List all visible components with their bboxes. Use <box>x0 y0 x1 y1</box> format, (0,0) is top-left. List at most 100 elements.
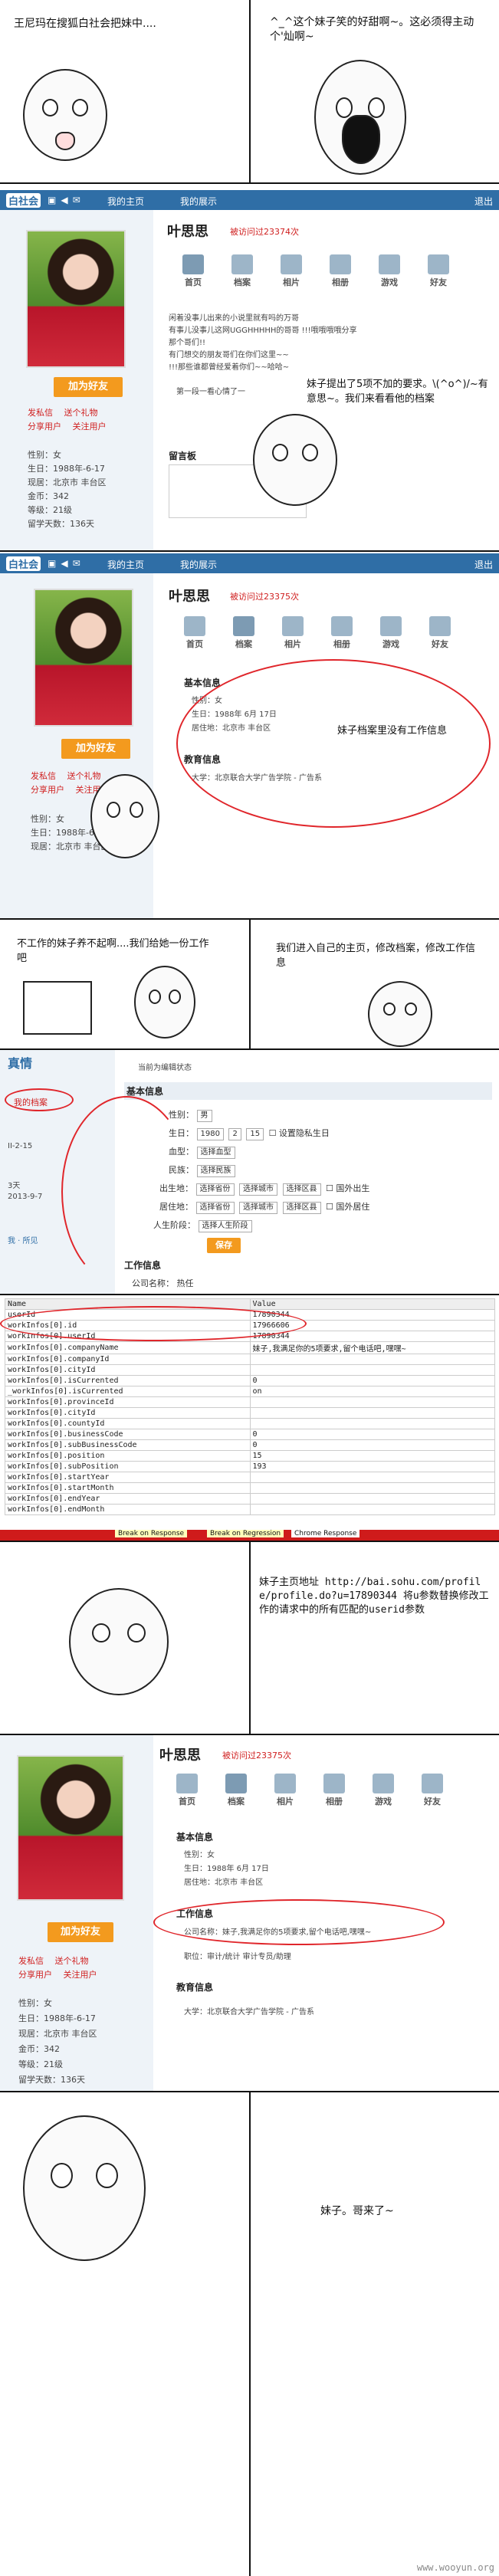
param-value-cell[interactable]: 0 <box>249 1429 495 1440</box>
tab-chrome-response[interactable]: Chrome Response <box>291 1530 360 1537</box>
nav-my-home[interactable]: 我的主页 <box>107 195 144 208</box>
tab-games[interactable]: 游戏 <box>359 1774 408 1807</box>
param-name-cell[interactable]: workInfos[0].endYear <box>5 1493 251 1505</box>
tab-archive[interactable]: 档案 <box>218 254 267 288</box>
site-logo[interactable]: 白社会 <box>6 556 41 571</box>
ethnic-select[interactable]: 选择民族 <box>196 1165 235 1177</box>
share-user-link[interactable]: 分享用户 <box>31 785 64 795</box>
gender-row: 性别：女 <box>184 1851 215 1859</box>
send-message-link[interactable]: 发私信 <box>28 408 53 418</box>
year-select[interactable]: 1980 <box>196 1128 224 1140</box>
param-name-cell[interactable]: workInfos[0].startMonth <box>5 1482 251 1494</box>
tab-archive[interactable]: 档案 <box>212 1774 261 1807</box>
param-value-cell[interactable] <box>249 1482 495 1494</box>
tab-photos[interactable]: 相片 <box>261 1774 310 1807</box>
param-value-cell[interactable] <box>249 1407 495 1419</box>
param-name-cell[interactable]: workInfos[0].position <box>5 1450 251 1462</box>
param-name-cell[interactable]: workInfos[0].businessCode <box>5 1429 251 1440</box>
tab-break-response[interactable]: Break on Response <box>115 1530 188 1537</box>
param-name-cell[interactable]: workInfos[0].startYear <box>5 1472 251 1483</box>
tab-albums[interactable]: 相册 <box>310 1774 359 1807</box>
save-button[interactable]: 保存 <box>207 1238 241 1253</box>
send-gift-link[interactable]: 送个礼物 <box>67 771 101 781</box>
nav-my-home[interactable]: 我的主页 <box>107 558 144 571</box>
nav-logout[interactable]: 退出 <box>474 558 493 571</box>
param-value-cell[interactable]: 17890344 <box>249 1331 495 1342</box>
param-name-cell[interactable]: _workInfos[0].isCurrented <box>5 1386 251 1397</box>
add-friend-button[interactable]: 加为好友 <box>54 377 123 397</box>
nav-my-show[interactable]: 我的展示 <box>180 558 217 571</box>
thinking-face-drawing <box>90 774 159 858</box>
param-name-cell[interactable]: workInfos[0].countyId <box>5 1418 251 1429</box>
param-value-cell[interactable] <box>249 1418 495 1429</box>
send-message-link[interactable]: 发私信 <box>18 1956 44 1966</box>
add-friend-button[interactable]: 加为好友 <box>48 1922 113 1942</box>
month-select[interactable]: 2 <box>228 1128 241 1140</box>
stage-select[interactable]: 选择人生阶段 <box>198 1220 252 1232</box>
tab-home[interactable]: 首页 <box>170 616 219 650</box>
company-value[interactable]: 热任 <box>177 1278 194 1288</box>
follow-user-link[interactable]: 关注用户 <box>64 1970 97 1980</box>
tab-home[interactable]: 首页 <box>169 254 218 288</box>
tab-games[interactable]: 游戏 <box>366 616 415 650</box>
param-value-cell[interactable] <box>249 1364 495 1376</box>
param-name-cell[interactable]: workInfos[0].subBusinessCode <box>5 1439 251 1451</box>
param-value-cell[interactable]: 0 <box>249 1439 495 1451</box>
param-name-cell[interactable]: workInfos[0].isCurrented <box>5 1375 251 1386</box>
tab-archive[interactable]: 档案 <box>219 616 268 650</box>
abroad-checkbox[interactable]: ☐ 国外出生 <box>326 1183 369 1193</box>
param-name-cell[interactable]: workInfos[0].cityId <box>5 1364 251 1376</box>
send-gift-link[interactable]: 送个礼物 <box>64 408 98 418</box>
nav-my-show[interactable]: 我的展示 <box>180 195 217 208</box>
abroad-residence-checkbox[interactable]: ☐ 国外居住 <box>326 1202 369 1212</box>
add-friend-button[interactable]: 加为好友 <box>61 739 130 759</box>
table-row: workInfos[0].countyId <box>5 1418 495 1429</box>
city-select[interactable]: 选择城市 <box>239 1183 277 1196</box>
send-gift-link[interactable]: 送个礼物 <box>55 1956 89 1966</box>
hide-year-checkbox[interactable]: ☐ 设置隐私生日 <box>269 1128 330 1138</box>
param-name-cell[interactable]: workInfos[0].cityId <box>5 1407 251 1419</box>
tab-games[interactable]: 游戏 <box>365 254 414 288</box>
tab-friends[interactable]: 好友 <box>415 616 465 650</box>
param-value-cell[interactable]: on <box>249 1386 495 1397</box>
param-name-cell[interactable]: workInfos[0].companyName <box>5 1341 251 1354</box>
param-value-cell[interactable]: 0 <box>249 1375 495 1386</box>
param-value-cell[interactable] <box>249 1354 495 1365</box>
tab-friends[interactable]: 好友 <box>414 254 463 288</box>
tab-photos[interactable]: 相片 <box>268 616 317 650</box>
param-value-cell[interactable] <box>249 1396 495 1408</box>
tab-albums[interactable]: 相册 <box>317 616 366 650</box>
site-logo[interactable]: 白社会 <box>6 193 41 208</box>
param-value-cell[interactable]: 193 <box>249 1461 495 1472</box>
city-select[interactable]: 选择城市 <box>239 1202 277 1214</box>
day-select[interactable]: 15 <box>246 1128 264 1140</box>
send-message-link[interactable]: 发私信 <box>31 771 56 781</box>
param-name-cell[interactable]: workInfos[0].provinceId <box>5 1396 251 1408</box>
param-value-cell[interactable] <box>249 1472 495 1483</box>
district-select[interactable]: 选择区县 <box>282 1183 321 1196</box>
param-value-cell[interactable]: 妹子,我满足你的5项要求,留个电话吧,嘿嘿~ <box>249 1341 495 1354</box>
blood-select[interactable]: 选择血型 <box>196 1147 235 1159</box>
param-value-cell[interactable]: 15 <box>249 1450 495 1462</box>
tab-home[interactable]: 首页 <box>163 1774 212 1807</box>
topbar-icons[interactable]: ▣◀✉ <box>48 195 85 205</box>
tab-break-regression[interactable]: Break on Regression <box>207 1530 284 1537</box>
param-name-cell[interactable]: workInfos[0].subPosition <box>5 1461 251 1472</box>
share-user-link[interactable]: 分享用户 <box>28 422 61 432</box>
param-value-cell[interactable] <box>249 1493 495 1505</box>
province-select[interactable]: 选择省份 <box>195 1183 235 1196</box>
param-name-cell[interactable]: workInfos[0].endMonth <box>5 1504 251 1515</box>
district-select[interactable]: 选择区县 <box>282 1202 321 1214</box>
tab-photos[interactable]: 相片 <box>267 254 316 288</box>
follow-user-link[interactable]: 关注用户 <box>73 422 107 432</box>
share-user-link[interactable]: 分享用户 <box>18 1970 52 1980</box>
info-location: 现居：北京市 丰台区 <box>18 2029 97 2039</box>
topbar-icons[interactable]: ▣◀✉ <box>48 558 85 569</box>
province-select[interactable]: 选择省份 <box>195 1202 235 1214</box>
gender-select[interactable]: 男 <box>196 1110 212 1122</box>
param-value-cell[interactable] <box>249 1504 495 1515</box>
tab-friends[interactable]: 好友 <box>408 1774 457 1807</box>
tab-albums[interactable]: 相册 <box>316 254 365 288</box>
param-name-cell[interactable]: workInfos[0].companyId <box>5 1354 251 1365</box>
nav-logout[interactable]: 退出 <box>474 195 493 208</box>
